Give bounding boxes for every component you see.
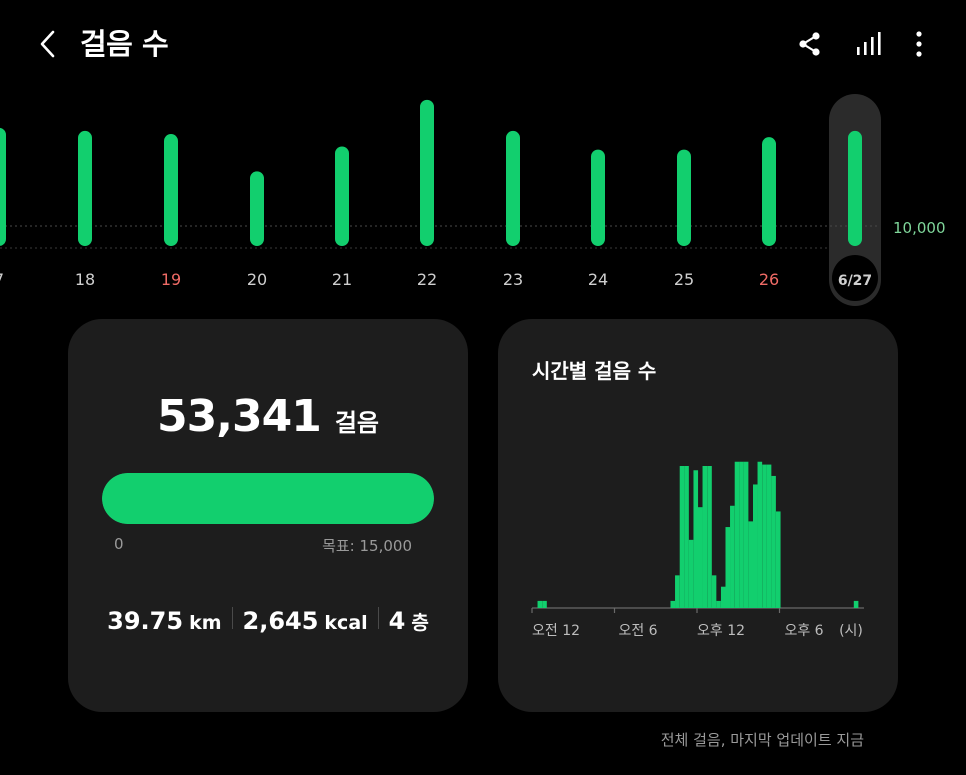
hourly-bar xyxy=(734,461,740,608)
stats-button[interactable] xyxy=(848,24,888,64)
back-icon xyxy=(40,30,55,58)
progress-goal-label: 목표: 15,000 xyxy=(322,537,412,555)
steps-progress-fill xyxy=(102,473,434,524)
hourly-bar xyxy=(771,475,776,608)
calories-unit: kcal xyxy=(324,612,368,634)
day-bar xyxy=(78,130,92,246)
page-title: 걸음 수 xyxy=(80,27,169,61)
day-bar xyxy=(848,130,862,246)
hourly-bar xyxy=(725,527,731,608)
day-label: 19 xyxy=(161,270,181,289)
more-icon xyxy=(916,31,922,57)
day-bar xyxy=(250,171,264,246)
hourly-bar xyxy=(684,466,689,608)
activity-metrics: 39.75 km 2,645 kcal 4 층 xyxy=(68,607,468,635)
day-bar xyxy=(591,149,605,246)
last-updated-note: 전체 걸음, 마지막 업데이트 지금 xyxy=(660,731,864,749)
weekly-steps-chart[interactable]: 7 18 19 20 21 22 23 24 25 26 6/27 10,000 xyxy=(0,90,966,310)
hourly-bar xyxy=(739,461,744,608)
progress-min-label: 0 xyxy=(114,535,124,553)
day-bar xyxy=(506,130,520,246)
day-label: 22 xyxy=(417,270,437,289)
hourly-bar xyxy=(757,461,763,608)
day-label: 6/27 xyxy=(838,273,872,289)
day-label: 24 xyxy=(588,270,608,289)
day-label: 20 xyxy=(247,270,267,289)
share-icon xyxy=(799,32,820,56)
steps-progress-bar xyxy=(102,473,434,524)
distance-unit: km xyxy=(189,612,222,634)
hourly-bar xyxy=(743,461,749,608)
share-button[interactable] xyxy=(790,24,830,64)
goal-line-label: 10,000 xyxy=(893,219,946,237)
hourly-bar xyxy=(766,464,772,608)
day-bar xyxy=(420,99,434,246)
hourly-bar xyxy=(748,521,754,608)
hourly-bar xyxy=(679,466,685,608)
steps-total: 53,341 걸음 xyxy=(68,391,468,442)
hourly-axis-label: 오후 6 xyxy=(784,623,823,639)
hourly-axis-label: (시) xyxy=(839,623,863,639)
hourly-bar xyxy=(702,466,708,608)
app-header: 걸음 수 xyxy=(0,0,966,88)
hourly-bar xyxy=(542,600,547,608)
metric-divider xyxy=(377,607,379,629)
day-bar xyxy=(762,137,776,246)
steps-summary-card[interactable]: 53,341 걸음 0 목표: 15,000 39.75 km 2,645 kca… xyxy=(68,319,468,712)
hourly-bar xyxy=(753,484,758,608)
hourly-bar xyxy=(711,575,717,608)
hourly-bar xyxy=(693,470,699,608)
hourly-bar xyxy=(698,507,703,608)
hourly-axis-label: 오후 12 xyxy=(697,623,745,639)
day-label: 26 xyxy=(759,270,779,289)
hourly-bar xyxy=(775,511,781,608)
hourly-axis-label: 오전 12 xyxy=(532,623,580,639)
day-bar xyxy=(335,146,349,246)
hourly-bar xyxy=(537,600,543,608)
day-label: 7 xyxy=(0,270,4,289)
stats-icon xyxy=(857,32,881,55)
hourly-bar xyxy=(688,539,694,608)
day-bar xyxy=(164,134,178,246)
steps-unit: 걸음 xyxy=(334,409,379,437)
day-label: 25 xyxy=(674,270,694,289)
day-label: 18 xyxy=(75,270,95,289)
metric-divider xyxy=(231,607,233,629)
more-options-button[interactable] xyxy=(899,24,939,64)
hourly-bar xyxy=(675,575,680,608)
day-label: 23 xyxy=(503,270,523,289)
floors-unit: 층 xyxy=(411,612,429,634)
hourly-bar xyxy=(716,600,721,608)
steps-count: 53,341 xyxy=(157,391,322,442)
day-bar xyxy=(0,127,6,246)
distance-value: 39.75 xyxy=(107,607,184,635)
hourly-bar xyxy=(730,505,735,608)
hourly-chart-svg: 오전 12 오전 6 오후 12 오후 6 (시) xyxy=(531,461,864,639)
hourly-bar xyxy=(707,466,712,608)
hourly-bar xyxy=(720,586,726,608)
hourly-bar xyxy=(853,600,859,608)
day-bar xyxy=(677,149,691,246)
day-label: 21 xyxy=(332,270,352,289)
hourly-axis-label: 오전 6 xyxy=(618,623,657,639)
back-button[interactable] xyxy=(30,24,66,64)
calories-value: 2,645 xyxy=(242,607,319,635)
hourly-bar xyxy=(670,600,676,608)
floors-value: 4 xyxy=(388,607,406,635)
hourly-steps-card[interactable]: 시간별 걸음 수 오전 12 오전 6 오후 12 오후 6 (시) xyxy=(498,319,898,712)
weekly-chart-svg: 7 18 19 20 21 22 23 24 25 26 6/27 xyxy=(0,94,881,306)
hourly-bar xyxy=(762,464,767,608)
